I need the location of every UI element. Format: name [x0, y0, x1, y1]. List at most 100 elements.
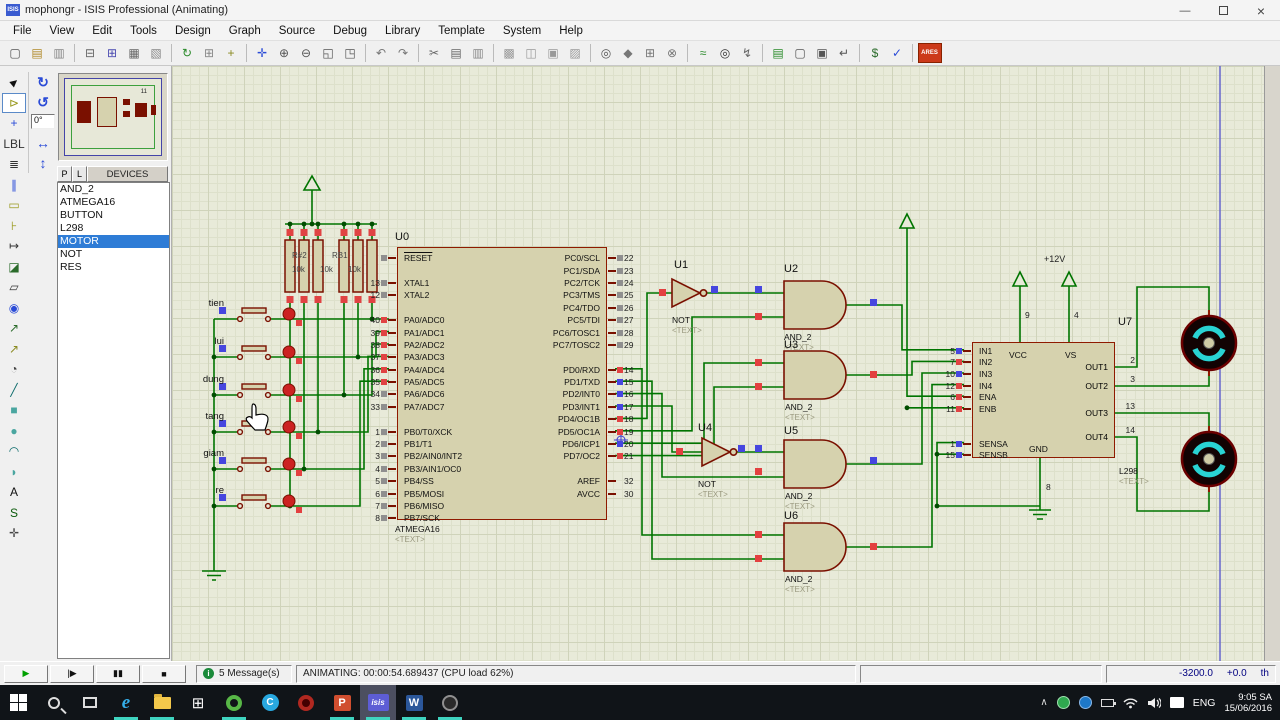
buses-mode[interactable]: ∥	[2, 175, 26, 196]
selection-pointer-mode[interactable]: ►	[2, 72, 26, 93]
close-button[interactable]: ×	[1242, 0, 1280, 21]
media-player-button[interactable]	[432, 685, 468, 720]
mirror-vertical-button[interactable]: ↕	[31, 153, 55, 173]
2d-marker-mode[interactable]: ✛	[2, 523, 26, 544]
device-list-item[interactable]: NOT	[58, 248, 169, 261]
gate-u3-and[interactable]: U3 AND_2 <TEXT>	[784, 339, 846, 422]
netlist-to-ares-button[interactable]: ARES	[918, 43, 942, 63]
pan-button[interactable]: ✛	[252, 43, 273, 63]
chip-l298-u7[interactable]: 571012611115 IN1IN2IN3IN4ENAENBSENSASENS…	[972, 342, 1115, 458]
decompose-button[interactable]: ⊗	[662, 43, 683, 63]
component-mode[interactable]: ⊳	[2, 93, 26, 114]
packaging-tool-button[interactable]: ⊞	[640, 43, 661, 63]
export-section-button[interactable]: ⊞	[102, 43, 123, 63]
pause-button[interactable]: ▮▮	[96, 665, 140, 683]
pick-parts-button[interactable]: P	[57, 166, 72, 182]
2d-box-mode[interactable]: ■	[2, 400, 26, 421]
menu-item[interactable]: System	[494, 23, 550, 39]
stop-button[interactable]: ■	[142, 665, 186, 683]
redraw-button[interactable]: ↻	[177, 43, 198, 63]
menu-item[interactable]: Debug	[324, 23, 376, 39]
paste-button[interactable]: ▥	[468, 43, 489, 63]
device-list-item[interactable]: AND_2	[58, 183, 169, 196]
text-script-mode[interactable]: ≣	[2, 154, 26, 175]
menu-item[interactable]: Template	[429, 23, 494, 39]
block-move-button[interactable]: ◫	[521, 43, 542, 63]
minimize-button[interactable]: —	[1166, 0, 1204, 21]
virtual-instruments-mode[interactable]: ◔	[2, 359, 26, 380]
start-button[interactable]	[0, 685, 36, 720]
file-explorer-button[interactable]	[144, 685, 180, 720]
task-view-button[interactable]	[72, 685, 108, 720]
browser-c-button[interactable]: C	[252, 685, 288, 720]
wire-autorouter-button[interactable]: ≈	[693, 43, 714, 63]
block-copy-button[interactable]: ▩	[499, 43, 520, 63]
subcircuit-mode[interactable]: ▭	[2, 195, 26, 216]
menu-item[interactable]: File	[4, 23, 41, 39]
gate-u6-and[interactable]: U6 AND_2 <TEXT>	[784, 510, 846, 594]
message-panel[interactable]: i 5 Message(s)	[196, 665, 292, 683]
mirror-horizontal-button[interactable]: ↔	[31, 133, 55, 153]
edge-button[interactable]: e	[108, 685, 144, 720]
menu-item[interactable]: Tools	[121, 23, 166, 39]
2d-path-mode[interactable]: ◗	[2, 462, 26, 483]
electrical-rule-check-button[interactable]: ✓	[887, 43, 908, 63]
gate-u1-not[interactable]: U1 NOT <TEXT>	[672, 259, 707, 335]
zoom-in-button[interactable]: ⊕	[274, 43, 295, 63]
false-origin-button[interactable]: +	[221, 43, 242, 63]
zoom-all-button[interactable]: ◳	[340, 43, 361, 63]
design-explorer-button[interactable]: ▤	[768, 43, 789, 63]
current-probe-mode[interactable]: ↗	[2, 339, 26, 360]
chip-atmega16-u0[interactable]: 1312403938373635343312345678 RESETXTAL1X…	[397, 247, 607, 520]
2d-arc-mode[interactable]: ◠	[2, 441, 26, 462]
zoom-out-button[interactable]: ⊖	[296, 43, 317, 63]
zoom-area-button[interactable]: ◱	[318, 43, 339, 63]
menu-item[interactable]: Edit	[83, 23, 121, 39]
play-button[interactable]: ▶	[4, 665, 48, 683]
battery-icon[interactable]	[1101, 699, 1114, 707]
undo-button[interactable]: ↶	[371, 43, 392, 63]
wifi-icon[interactable]	[1123, 697, 1138, 709]
wire-label-mode[interactable]: LBL	[2, 134, 26, 155]
menu-item[interactable]: Design	[166, 23, 220, 39]
angle-field[interactable]: 0°	[31, 114, 55, 129]
taskbar-search-button[interactable]	[36, 685, 72, 720]
motor-1[interactable]	[1182, 310, 1236, 376]
redo-button[interactable]: ↷	[393, 43, 414, 63]
tray-chevron-icon[interactable]: ∧	[1040, 697, 1047, 708]
restore-button[interactable]	[1204, 0, 1242, 21]
bill-of-materials-button[interactable]: $	[865, 43, 886, 63]
pick-device-button[interactable]: ◎	[596, 43, 617, 63]
toggle-grid-button[interactable]: ⊞	[199, 43, 220, 63]
mark-output-area-button[interactable]: ▧	[146, 43, 167, 63]
menu-item[interactable]: Library	[376, 23, 429, 39]
rotate-clockwise-button[interactable]: ↻	[31, 72, 55, 92]
schematic-overview[interactable]: 11	[58, 73, 168, 161]
step-button[interactable]: |▶	[50, 665, 94, 683]
red-app-button[interactable]	[288, 685, 324, 720]
menu-item[interactable]: View	[41, 23, 84, 39]
new-design-button[interactable]: ▢	[5, 43, 26, 63]
make-device-button[interactable]: ◆	[618, 43, 639, 63]
store-button[interactable]: ⊞	[180, 685, 216, 720]
word-button[interactable]: W	[396, 685, 432, 720]
device-list-item[interactable]: ATMEGA16	[58, 196, 169, 209]
speaker-icon[interactable]	[1147, 697, 1161, 709]
device-list-item[interactable]: L298	[58, 222, 169, 235]
2d-circle-mode[interactable]: ●	[2, 421, 26, 442]
rotate-anticlockwise-button[interactable]: ↺	[31, 92, 55, 112]
powerpoint-button[interactable]: P	[324, 685, 360, 720]
block-delete-button[interactable]: ▨	[565, 43, 586, 63]
search-tag-button[interactable]: ◎	[715, 43, 736, 63]
terminals-mode[interactable]: ⊦	[2, 216, 26, 237]
schematic-canvas[interactable]: R#2 RB1 10k 10k 10k	[172, 66, 1264, 661]
device-list-item[interactable]: RES	[58, 261, 169, 274]
block-rotate-button[interactable]: ▣	[543, 43, 564, 63]
language-indicator[interactable]: ENG	[1193, 697, 1216, 709]
new-sheet-button[interactable]: ▢	[790, 43, 811, 63]
coccoc-button[interactable]	[216, 685, 252, 720]
gate-u4-not[interactable]: U4 NOT <TEXT>	[698, 422, 737, 499]
antivirus-icon[interactable]	[1057, 696, 1070, 709]
taskbar-clock[interactable]: 9:05 SA 15/06/2016	[1224, 692, 1272, 714]
goto-sheet-button[interactable]: ↵	[834, 43, 855, 63]
